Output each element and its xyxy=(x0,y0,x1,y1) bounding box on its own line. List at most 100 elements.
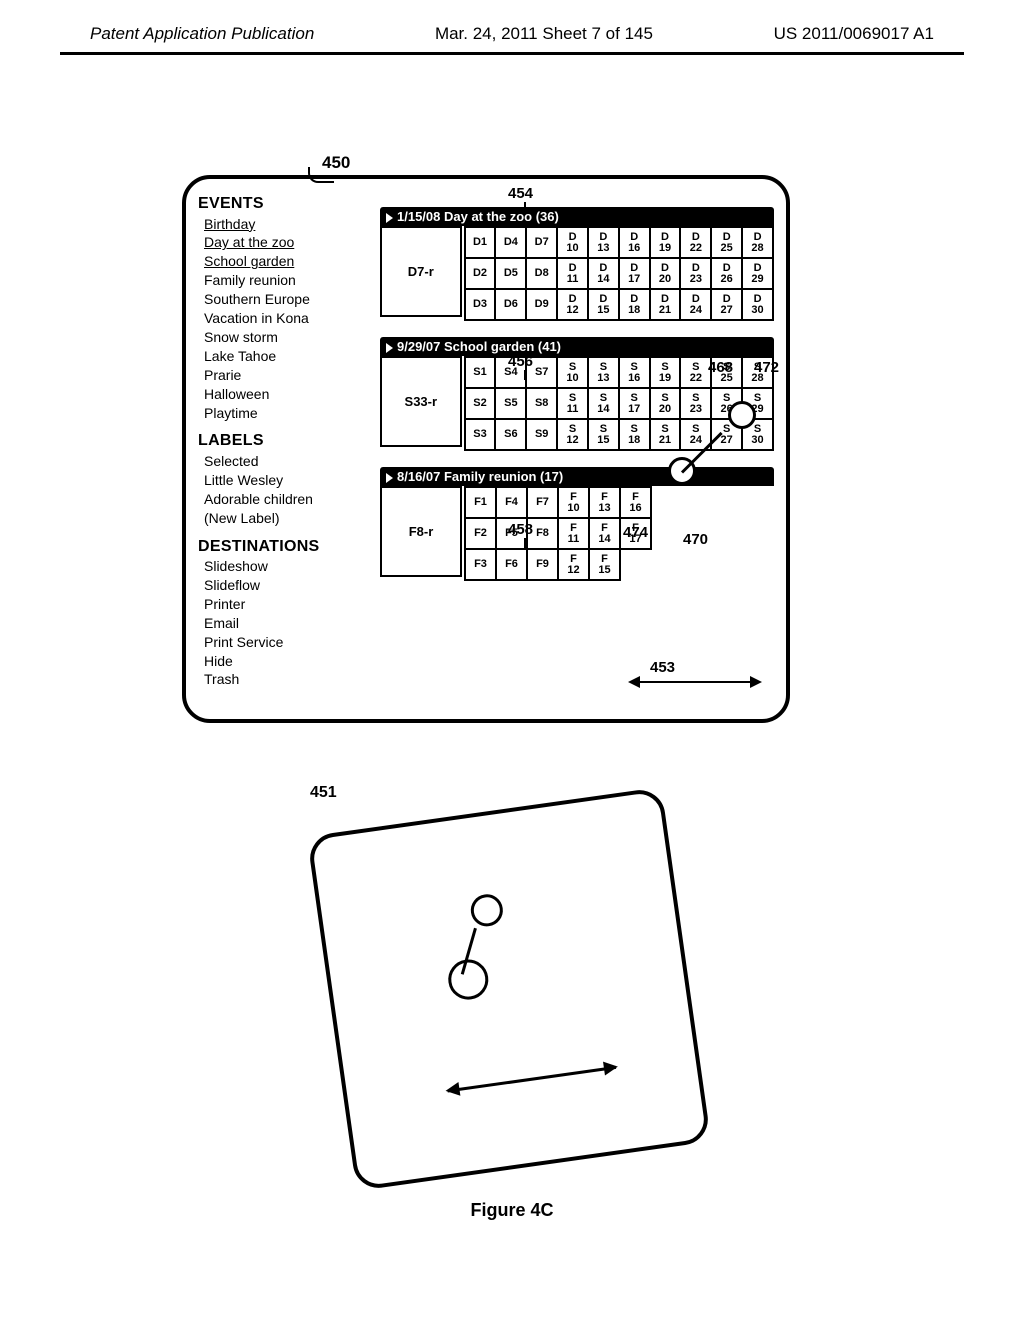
thumb-cell[interactable]: S30 xyxy=(742,419,773,450)
event-group-keyphoto[interactable]: D7-r xyxy=(380,226,462,317)
sidebar-item-event[interactable]: Southern Europe xyxy=(198,290,366,309)
event-group-keyphoto[interactable]: F8-r xyxy=(380,486,462,577)
thumb-cell[interactable]: S1 xyxy=(465,357,496,388)
sidebar-item-destination[interactable]: Trash xyxy=(198,670,366,689)
thumb-cell[interactable]: D14 xyxy=(588,258,619,289)
sidebar-item-destination[interactable]: Printer xyxy=(198,595,366,614)
sidebar-item-label[interactable]: Little Wesley xyxy=(198,471,366,490)
thumb-cell[interactable]: S10 xyxy=(557,357,588,388)
sidebar-item-destination[interactable]: Print Service xyxy=(198,633,366,652)
thumb-cell[interactable]: D1 xyxy=(465,227,496,258)
sidebar-item-event[interactable]: Playtime xyxy=(198,404,366,423)
thumb-cell[interactable]: D20 xyxy=(650,258,681,289)
thumb-cell[interactable]: F16 xyxy=(620,487,651,518)
sidebar-item-event[interactable]: Family reunion xyxy=(198,271,366,290)
thumb-cell[interactable]: S21 xyxy=(650,419,681,450)
thumb-cell[interactable]: S8 xyxy=(526,388,557,419)
thumb-cell[interactable]: D23 xyxy=(680,258,711,289)
sidebar-item-event[interactable]: Prarie xyxy=(198,366,366,385)
thumb-cell[interactable]: S11 xyxy=(557,388,588,419)
thumb-cell[interactable]: F11 xyxy=(558,518,589,549)
thumb-cell[interactable]: S22 xyxy=(680,357,711,388)
event-group-header[interactable]: 9/29/07 School garden (41) xyxy=(380,337,774,356)
thumb-cell[interactable]: F7 xyxy=(527,487,558,518)
sidebar-item-event[interactable]: Halloween xyxy=(198,385,366,404)
sidebar-item-label[interactable]: Selected xyxy=(198,452,366,471)
sidebar-item-event[interactable]: Birthday xyxy=(198,215,366,234)
sidebar-item-event[interactable]: School garden xyxy=(198,252,366,271)
thumb-cell[interactable]: S19 xyxy=(650,357,681,388)
thumb-cell[interactable]: F9 xyxy=(527,549,558,580)
thumb-cell[interactable]: D15 xyxy=(588,289,619,320)
thumb-cell[interactable]: S9 xyxy=(526,419,557,450)
thumb-cell[interactable]: D5 xyxy=(495,258,526,289)
thumb-cell[interactable]: D21 xyxy=(650,289,681,320)
thumb-cell[interactable]: S6 xyxy=(495,419,526,450)
thumb-cell[interactable]: F15 xyxy=(589,549,620,580)
sidebar-item-event[interactable]: Vacation in Kona xyxy=(198,309,366,328)
thumb-cell[interactable]: F1 xyxy=(465,487,496,518)
event-group-header[interactable]: 1/15/08 Day at the zoo (36) xyxy=(380,207,774,226)
thumb-cell[interactable]: D25 xyxy=(711,227,742,258)
thumb-cell[interactable]: D13 xyxy=(588,227,619,258)
sidebar-item-event[interactable]: Day at the zoo xyxy=(198,233,366,252)
thumb-cell[interactable]: S2 xyxy=(465,388,496,419)
sidebar-item-label[interactable]: Adorable children xyxy=(198,490,366,509)
thumb-cell[interactable]: S29 xyxy=(742,388,773,419)
thumb-cell[interactable]: D7 xyxy=(526,227,557,258)
thumb-cell[interactable]: D22 xyxy=(680,227,711,258)
thumb-cell[interactable]: D18 xyxy=(619,289,650,320)
thumb-cell[interactable]: D17 xyxy=(619,258,650,289)
sidebar-item-destination[interactable]: Slideshow xyxy=(198,557,366,576)
thumb-cell[interactable]: S24 xyxy=(680,419,711,450)
thumb-cell[interactable]: S26 xyxy=(711,388,742,419)
sidebar-item-event[interactable]: Lake Tahoe xyxy=(198,347,366,366)
thumb-cell[interactable]: S14 xyxy=(588,388,619,419)
thumb-cell[interactable]: S12 xyxy=(557,419,588,450)
thumb-cell[interactable]: D12 xyxy=(557,289,588,320)
sidebar-item-destination[interactable]: Email xyxy=(198,614,366,633)
sidebar-item-destination[interactable]: Hide xyxy=(198,652,366,671)
thumb-cell[interactable]: S23 xyxy=(680,388,711,419)
thumb-cell[interactable]: D28 xyxy=(742,227,773,258)
thumb-cell[interactable]: F14 xyxy=(589,518,620,549)
thumb-cell[interactable]: S18 xyxy=(619,419,650,450)
sidebar-item-destination[interactable]: Slideflow xyxy=(198,576,366,595)
sidebar-item-event[interactable]: Snow storm xyxy=(198,328,366,347)
event-group-keyphoto[interactable]: S33-r xyxy=(380,356,462,447)
thumb-cell[interactable]: F10 xyxy=(558,487,589,518)
thumb-cell[interactable]: S15 xyxy=(588,419,619,450)
thumb-cell[interactable]: F3 xyxy=(465,549,496,580)
thumb-cell[interactable]: D6 xyxy=(495,289,526,320)
thumb-cell[interactable]: D30 xyxy=(742,289,773,320)
thumb-cell[interactable]: D16 xyxy=(619,227,650,258)
thumb-cell[interactable] xyxy=(620,549,651,580)
thumb-cell[interactable]: S3 xyxy=(465,419,496,450)
thumb-cell[interactable]: F13 xyxy=(589,487,620,518)
thumb-cell[interactable]: D10 xyxy=(557,227,588,258)
thumb-cell[interactable]: D19 xyxy=(650,227,681,258)
thumb-cell[interactable]: F12 xyxy=(558,549,589,580)
thumb-cell[interactable]: D26 xyxy=(711,258,742,289)
thumb-cell[interactable]: D11 xyxy=(557,258,588,289)
thumb-cell[interactable]: D4 xyxy=(495,227,526,258)
thumb-cell[interactable]: F2 xyxy=(465,518,496,549)
thumb-cell[interactable]: S13 xyxy=(588,357,619,388)
thumb-cell[interactable]: F4 xyxy=(496,487,527,518)
thumb-cell[interactable]: D3 xyxy=(465,289,496,320)
tilted-frame xyxy=(307,787,711,1191)
thumb-cell[interactable]: S16 xyxy=(619,357,650,388)
thumb-cell[interactable]: D9 xyxy=(526,289,557,320)
event-group-header[interactable]: 8/16/07 Family reunion (17) xyxy=(380,467,774,486)
thumb-cell[interactable]: D2 xyxy=(465,258,496,289)
thumb-cell[interactable]: S5 xyxy=(495,388,526,419)
thumb-cell[interactable]: S20 xyxy=(650,388,681,419)
thumb-cell[interactable]: D8 xyxy=(526,258,557,289)
sidebar-item-label[interactable]: (New Label) xyxy=(198,509,366,528)
thumb-cell[interactable]: D24 xyxy=(680,289,711,320)
thumb-cell[interactable]: D29 xyxy=(742,258,773,289)
thumb-cell[interactable]: D27 xyxy=(711,289,742,320)
thumb-cell[interactable]: F6 xyxy=(496,549,527,580)
thumb-cell[interactable]: S27 xyxy=(711,419,742,450)
thumb-cell[interactable]: S17 xyxy=(619,388,650,419)
